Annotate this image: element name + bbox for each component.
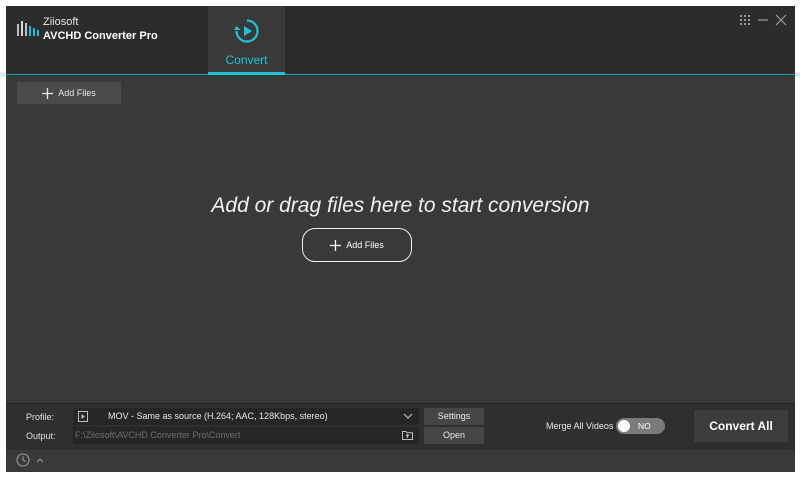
merge-toggle[interactable]: NO xyxy=(616,418,665,434)
convert-all-button[interactable]: Convert All xyxy=(694,410,788,442)
add-files-center-label: Add Files xyxy=(346,240,384,250)
merge-toggle-state: NO xyxy=(638,421,651,431)
merge-all-videos-label: Merge All Videos xyxy=(546,421,614,431)
app-window: Ziiosoft AVCHD Converter Pro Convert Add… xyxy=(6,6,795,472)
profile-value: MOV - Same as source (H.264; AAC, 128Kbp… xyxy=(108,411,328,421)
video-file-icon xyxy=(78,411,88,422)
add-files-button[interactable]: Add Files xyxy=(17,82,121,104)
add-files-label: Add Files xyxy=(58,88,96,98)
active-tab-indicator xyxy=(208,72,285,75)
brand-product: AVCHD Converter Pro xyxy=(43,30,158,42)
plus-icon xyxy=(330,239,342,251)
minimize-icon[interactable] xyxy=(757,14,769,26)
chevron-up-icon[interactable] xyxy=(36,457,44,463)
profile-select[interactable]: MOV - Same as source (H.264; AAC, 128Kbp… xyxy=(73,408,419,425)
toggle-knob xyxy=(618,420,630,432)
add-files-center-button[interactable]: Add Files xyxy=(302,228,412,262)
profile-label: Profile: xyxy=(26,412,55,422)
grid-icon[interactable] xyxy=(739,14,751,26)
close-icon[interactable] xyxy=(775,14,787,26)
brand-company: Ziiosoft xyxy=(43,16,79,28)
tab-convert-label: Convert xyxy=(225,53,268,67)
open-button[interactable]: Open xyxy=(424,427,484,444)
convert-play-icon xyxy=(234,19,259,43)
tab-convert[interactable]: Convert xyxy=(208,6,285,76)
folder-icon[interactable] xyxy=(402,430,413,440)
history-clock-icon[interactable] xyxy=(16,453,30,467)
plus-icon xyxy=(42,87,54,99)
title-bar-divider xyxy=(6,74,795,75)
output-path-field[interactable]: F:\Ziiosoft\AVCHD Converter Pro\Convert xyxy=(73,427,419,444)
app-logo-icon xyxy=(17,21,39,36)
chevron-down-icon xyxy=(403,413,413,419)
status-bar xyxy=(6,450,795,472)
output-path-value: F:\Ziiosoft\AVCHD Converter Pro\Convert xyxy=(75,430,241,440)
output-label: Output: xyxy=(26,431,56,441)
settings-button[interactable]: Settings xyxy=(424,408,484,425)
drop-zone-title: Add or drag files here to start conversi… xyxy=(211,194,590,217)
